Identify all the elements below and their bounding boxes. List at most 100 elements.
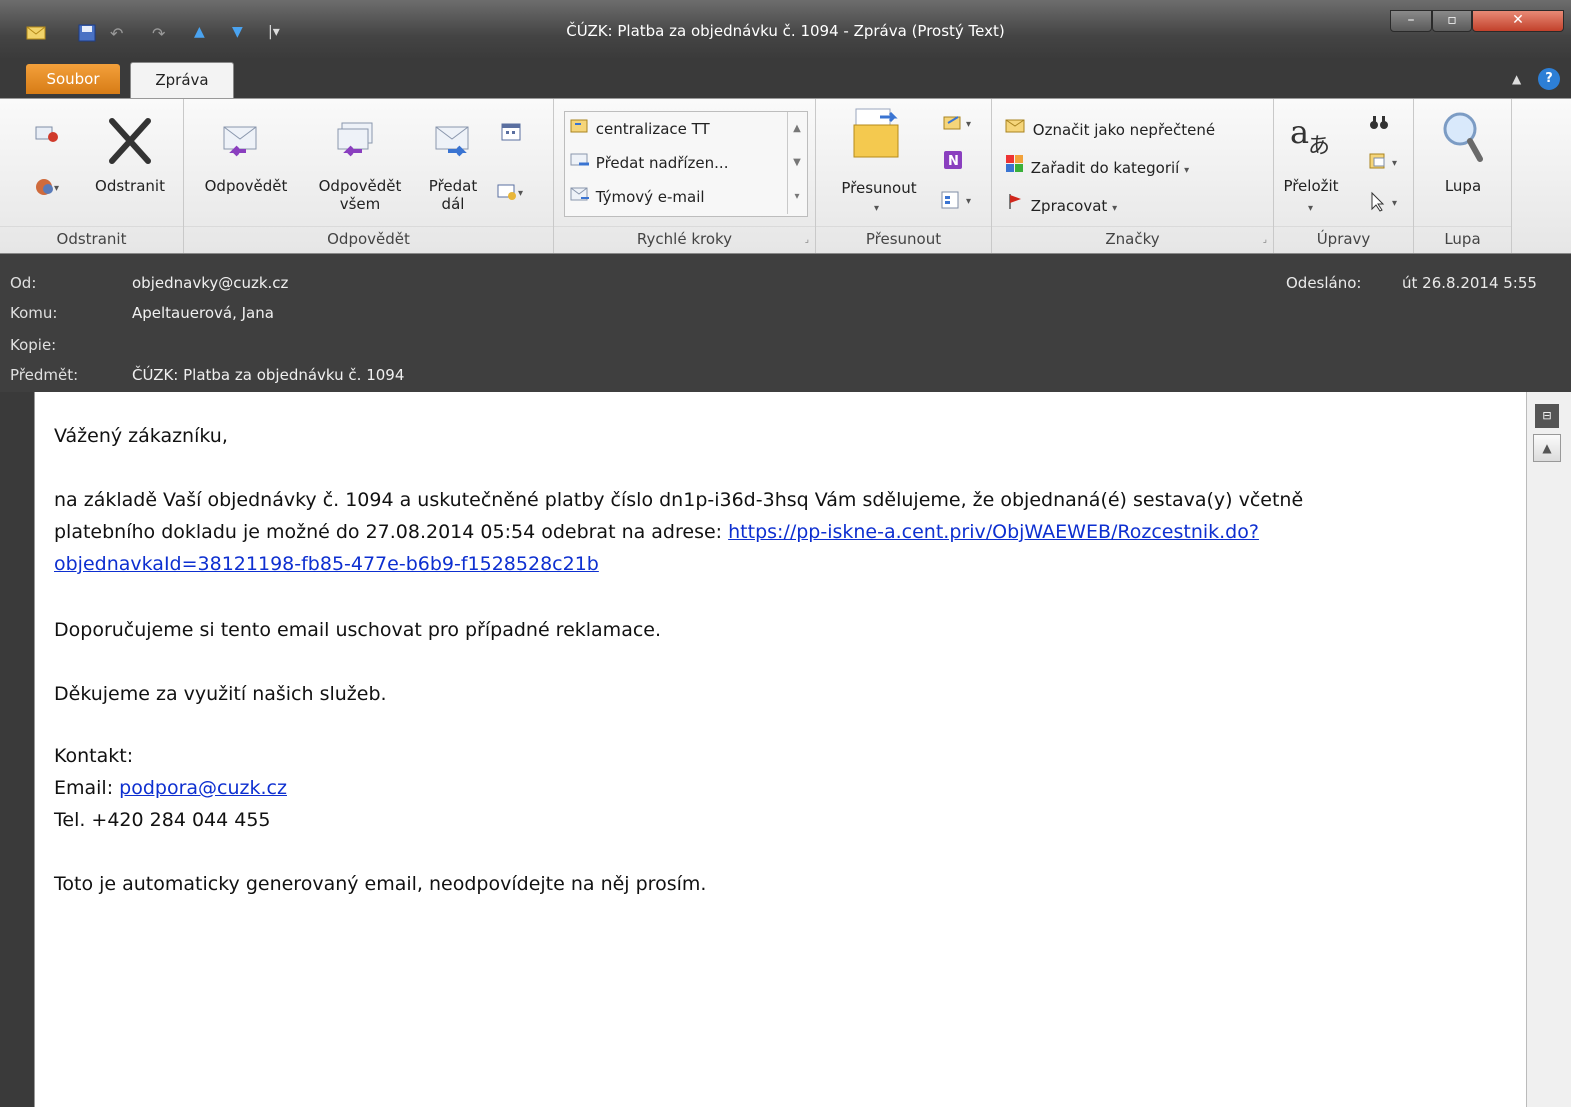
magnifier-icon[interactable]: [1440, 109, 1486, 167]
translate-icon[interactable]: aあ: [1288, 109, 1334, 163]
scroll-up-arrow[interactable]: ▲: [1533, 434, 1561, 462]
reply-button[interactable]: Odpovědět: [194, 177, 298, 195]
flag-icon: [1004, 191, 1026, 216]
quick-step-item[interactable]: Týmový e-mail: [569, 184, 705, 207]
move-folder-icon[interactable]: [850, 107, 906, 165]
window-title: ČÚZK: Platba za objednávku č. 1094 - Zpr…: [566, 22, 1005, 40]
sent-label: Odesláno:: [1286, 274, 1362, 292]
reply-all-button[interactable]: Odpovědět všem: [308, 177, 412, 213]
actions-icon[interactable]: ▾: [940, 189, 980, 215]
paragraph: Doporučujeme si tento email uschovat pro…: [54, 619, 662, 641]
vertical-scrollbar[interactable]: ⊟ ▲: [1526, 392, 1571, 1107]
scroll-up-icon[interactable]: ▲: [788, 112, 806, 146]
unread-mail-icon: [1004, 115, 1028, 140]
delete-button[interactable]: Odstranit: [84, 177, 176, 195]
quick-step-item[interactable]: Předat nadřízen...: [569, 150, 728, 173]
quick-steps-scroll[interactable]: ▲ ▼ ▾: [787, 112, 806, 214]
email-prefix: Email:: [54, 777, 120, 799]
dialog-launcher-icon[interactable]: ⌟: [805, 235, 809, 245]
respond-group: Odpovědět Odpovědět všem Předat dál ▾ Od…: [184, 99, 554, 253]
follow-up-button[interactable]: Zpracovat ▾: [1004, 191, 1117, 219]
svg-text:▾: ▾: [1392, 158, 1397, 169]
sent-value: út 26.8.2014 5:55: [1402, 274, 1537, 292]
contact-phone: Tel. +420 284 044 455: [54, 809, 271, 831]
dialog-launcher-icon[interactable]: ⌟: [1263, 235, 1267, 245]
cleanup-icon[interactable]: ▾: [34, 175, 64, 203]
paragraph-line: objednavkaId=38121198-fb85-477e-b6b9-f15…: [54, 548, 599, 580]
onenote-icon[interactable]: N: [942, 149, 966, 175]
editing-group-label: Úpravy: [1274, 226, 1413, 251]
categorize-button[interactable]: Zařadit do kategorií ▾: [1004, 153, 1189, 181]
contact-heading: Kontakt:: [54, 745, 134, 767]
move-group: Přesunout ▾ ▾ N ▾ Přesunout: [816, 99, 992, 253]
delete-x-icon[interactable]: [104, 115, 156, 171]
svg-text:▾: ▾: [966, 196, 971, 207]
forward-button[interactable]: Předat dál: [418, 177, 488, 213]
forward-to-manager-icon: [569, 150, 591, 173]
quick-steps-group: centralizace TT Předat nadřízen... Týmov…: [554, 99, 816, 253]
reply-all-icon[interactable]: [334, 117, 378, 165]
respond-group-label: Odpovědět: [184, 226, 553, 251]
paragraph-line: platebního dokladu je možné do 27.08.201…: [54, 516, 1259, 548]
rules-icon[interactable]: ▾: [940, 113, 980, 137]
reply-icon[interactable]: [220, 117, 264, 165]
message-body: Vážený zákazníku, na základě Vaší objedn…: [34, 392, 1526, 1107]
expand-gallery-icon[interactable]: ▾: [788, 180, 806, 214]
footer-note: Toto je automaticky generovaný email, ne…: [54, 873, 707, 895]
move-group-label: Přesunout: [816, 226, 991, 251]
svg-text:N: N: [948, 154, 959, 169]
meeting-icon[interactable]: [500, 121, 522, 147]
more-respond-icon[interactable]: ▾: [496, 181, 530, 207]
scroll-down-icon[interactable]: ▼: [788, 146, 806, 180]
categorize-dropdown-icon[interactable]: ▾: [1184, 165, 1189, 176]
ribbon: ▾ Odstranit Odstranit Odpovědět Odpovědě…: [0, 98, 1571, 254]
minimize-button[interactable]: –: [1390, 10, 1432, 32]
paragraph-text: platebního dokladu je možné do 27.08.201…: [54, 521, 729, 543]
ignore-icon[interactable]: [34, 121, 60, 149]
collapse-ribbon-icon[interactable]: ▲: [1512, 72, 1521, 86]
people-pane-icon[interactable]: ⊟: [1535, 404, 1559, 428]
contact-email-line: Email: podpora@cuzk.cz: [54, 772, 287, 804]
tab-file[interactable]: Soubor: [26, 64, 120, 94]
follow-up-dropdown-icon[interactable]: ▾: [1112, 203, 1117, 214]
tags-group-label: Značky: [992, 226, 1273, 251]
quick-steps-gallery: centralizace TT Předat nadřízen... Týmov…: [564, 111, 808, 217]
related-icon[interactable]: ▾: [1368, 151, 1408, 177]
move-dropdown-icon[interactable]: ▾: [874, 203, 879, 214]
subject-value: ČÚZK: Platba za objednávku č. 1094: [132, 366, 405, 384]
select-icon[interactable]: ▾: [1368, 191, 1408, 217]
greeting: Vážený zákazníku,: [54, 425, 228, 447]
svg-text:▾: ▾: [1392, 198, 1397, 209]
maximize-button[interactable]: ▫: [1432, 10, 1472, 32]
tags-group: Označit jako nepřečtené Zařadit do kateg…: [992, 99, 1274, 253]
svg-text:a: a: [1290, 113, 1309, 151]
from-label: Od:: [10, 274, 37, 292]
folder-move-icon: [569, 116, 591, 139]
editing-group: aあ Přeložit ▾ ▾ ▾ Úpravy: [1274, 99, 1414, 253]
svg-text:あ: あ: [1308, 134, 1330, 159]
zoom-button[interactable]: Lupa: [1414, 177, 1512, 195]
zoom-group: Lupa Lupa: [1414, 99, 1512, 253]
translate-button[interactable]: Přeložit: [1276, 177, 1346, 195]
categories-icon: [1004, 153, 1026, 178]
delete-group-label: Odstranit: [0, 226, 183, 251]
paragraph-line: na základě Vaší objednávky č. 1094 a usk…: [54, 489, 1304, 511]
close-button[interactable]: ✕: [1472, 10, 1564, 32]
quick-step-item[interactable]: centralizace TT: [569, 116, 710, 139]
support-email-link[interactable]: podpora@cuzk.cz: [119, 777, 287, 799]
to-label: Komu:: [10, 304, 58, 322]
mark-unread-button[interactable]: Označit jako nepřečtené: [1004, 115, 1215, 140]
to-value[interactable]: Apeltauerová, Jana: [132, 304, 274, 322]
find-icon[interactable]: [1368, 113, 1390, 137]
move-button[interactable]: Přesunout: [824, 179, 934, 197]
quick-steps-group-label: Rychlé kroky: [554, 226, 815, 251]
translate-dropdown-icon[interactable]: ▾: [1308, 203, 1313, 214]
tab-message[interactable]: Zpráva: [130, 62, 234, 98]
reading-pane-border: [0, 392, 34, 1107]
help-icon[interactable]: ?: [1538, 68, 1560, 90]
from-value[interactable]: objednavky@cuzk.cz: [132, 274, 288, 292]
order-link-continued[interactable]: objednavkaId=38121198-fb85-477e-b6b9-f15…: [54, 553, 599, 575]
order-link[interactable]: https://pp-iskne-a.cent.priv/ObjWAEWEB/R…: [728, 521, 1259, 543]
cc-label: Kopie:: [10, 336, 57, 354]
forward-icon[interactable]: [432, 117, 476, 165]
